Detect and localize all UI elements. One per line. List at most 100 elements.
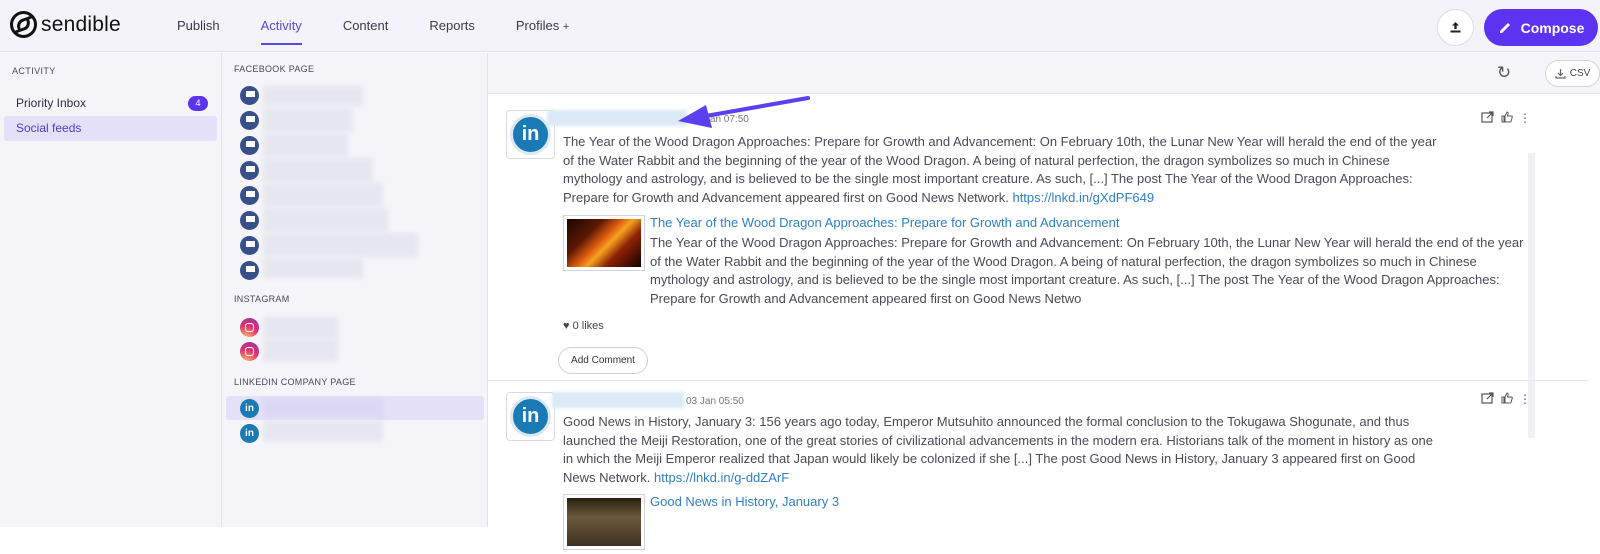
facebook-page-icon bbox=[240, 211, 259, 230]
facebook-profile-row[interactable] bbox=[226, 133, 484, 157]
redacted-profile-name bbox=[263, 108, 353, 132]
facebook-page-heading: FACEBOOK PAGE bbox=[234, 64, 315, 74]
nav-publish[interactable]: Publish bbox=[177, 0, 220, 52]
facebook-page-icon bbox=[240, 161, 259, 180]
more-options-icon[interactable]: ⋮ bbox=[1519, 392, 1531, 407]
redacted-profile-name bbox=[263, 133, 348, 157]
plus-icon: + bbox=[562, 21, 570, 33]
facebook-page-icon bbox=[240, 236, 259, 255]
redacted-profile-name bbox=[263, 339, 338, 361]
facebook-page-icon bbox=[240, 111, 259, 130]
link-preview: The Year of the Wood Dragon Approaches: … bbox=[563, 215, 1533, 306]
top-navigation-bar: sendible Publish Activity Content Report… bbox=[0, 0, 1600, 52]
post-link[interactable]: https://lnkd.in/g-ddZArF bbox=[654, 470, 789, 485]
sidebar-item-label: Priority Inbox bbox=[16, 96, 87, 110]
link-preview-title[interactable]: Good News in History, January 3 bbox=[650, 494, 839, 509]
instagram-profile-row[interactable] bbox=[226, 315, 484, 339]
instagram-icon bbox=[240, 342, 259, 361]
redacted-author-name[interactable] bbox=[547, 110, 687, 126]
likes-label: 0 likes bbox=[572, 320, 604, 332]
instagram-profile-row[interactable] bbox=[226, 339, 484, 363]
share-icon[interactable] bbox=[1481, 392, 1495, 407]
linkedin-avatar-icon: in bbox=[510, 396, 551, 437]
csv-label: CSV bbox=[1569, 68, 1591, 79]
facebook-page-icon bbox=[240, 86, 259, 105]
redacted-profile-name bbox=[263, 158, 373, 182]
linkedin-icon: in bbox=[240, 424, 259, 443]
sidebar-item-social-feeds[interactable]: Social feeds bbox=[4, 116, 217, 141]
heart-icon: ♥ bbox=[563, 320, 570, 332]
linkedin-company-page-heading: LINKEDIN COMPANY PAGE bbox=[234, 377, 356, 387]
post-body-text: The Year of the Wood Dragon Approaches: … bbox=[563, 134, 1437, 205]
linkedin-icon: in bbox=[240, 399, 259, 418]
post-text: Good News in History, January 3: 156 yea… bbox=[563, 413, 1443, 487]
compose-button[interactable]: Compose bbox=[1484, 9, 1598, 46]
redacted-profile-name bbox=[263, 421, 383, 441]
sidebar-item-label: Social feeds bbox=[16, 121, 82, 135]
redacted-author-name[interactable] bbox=[552, 392, 684, 408]
post-actions: ⋮ bbox=[1481, 392, 1531, 407]
feed-toolbar: ↻ CSV bbox=[488, 53, 1600, 94]
redacted-profile-name bbox=[263, 86, 363, 106]
linkedin-profile-row[interactable]: in bbox=[226, 421, 484, 445]
csv-export-button[interactable]: CSV bbox=[1545, 60, 1600, 87]
facebook-profile-row[interactable] bbox=[226, 108, 484, 132]
link-preview-title[interactable]: The Year of the Wood Dragon Approaches: … bbox=[650, 215, 1120, 230]
instagram-heading: INSTAGRAM bbox=[234, 294, 290, 304]
feed-post: in 03 Jan 05:50 ⋮ Good News in History, … bbox=[488, 382, 1588, 550]
nav-content[interactable]: Content bbox=[343, 0, 389, 52]
sidebar-heading: ACTIVITY bbox=[12, 66, 56, 76]
nav-activity[interactable]: Activity bbox=[260, 0, 302, 52]
avatar[interactable]: in bbox=[506, 392, 555, 441]
like-icon[interactable] bbox=[1501, 111, 1513, 126]
feed-post: in 03 Jan 07:50 ⋮ The Year of the Wood D… bbox=[488, 95, 1588, 381]
redacted-profile-name bbox=[263, 233, 418, 257]
post-link[interactable]: https://lnkd.in/gXdPF649 bbox=[1012, 190, 1154, 205]
profiles-list: FACEBOOK PAGE INSTAGRAM LINKEDIN COMPANY… bbox=[222, 53, 488, 527]
pencil-icon bbox=[1499, 23, 1510, 33]
share-icon[interactable] bbox=[1481, 111, 1495, 126]
likes-count: ♥ 0 likes bbox=[563, 320, 604, 332]
nav-reports[interactable]: Reports bbox=[429, 0, 475, 52]
facebook-page-icon bbox=[240, 261, 259, 280]
facebook-profile-row[interactable] bbox=[226, 158, 484, 182]
sendible-logo[interactable]: sendible bbox=[10, 11, 121, 38]
social-feed-panel: ↻ CSV in 03 Jan 07:50 ⋮ The Year of the … bbox=[488, 53, 1600, 550]
nav-profiles[interactable]: Profiles + bbox=[516, 0, 569, 52]
like-icon[interactable] bbox=[1501, 392, 1513, 407]
instagram-icon bbox=[240, 318, 259, 337]
sendible-logo-icon bbox=[10, 11, 37, 38]
linkedin-avatar-icon: in bbox=[510, 114, 551, 155]
main-nav: Publish Activity Content Reports Profile… bbox=[177, 0, 610, 52]
link-preview-description: The Year of the Wood Dragon Approaches: … bbox=[650, 235, 1524, 306]
linkedin-profile-row-selected[interactable]: in bbox=[226, 396, 484, 420]
link-preview-thumbnail[interactable] bbox=[563, 215, 645, 271]
history-image bbox=[567, 498, 641, 546]
facebook-profile-row[interactable] bbox=[226, 258, 484, 282]
download-icon bbox=[1555, 69, 1566, 79]
facebook-page-icon bbox=[240, 186, 259, 205]
facebook-profile-row[interactable] bbox=[226, 208, 484, 232]
upload-icon bbox=[1450, 22, 1461, 33]
link-preview-thumbnail[interactable] bbox=[563, 494, 645, 550]
facebook-profile-row[interactable] bbox=[226, 83, 484, 107]
facebook-profile-row[interactable] bbox=[226, 233, 484, 257]
add-comment-button[interactable]: Add Comment bbox=[558, 347, 648, 374]
activity-sidebar: ACTIVITY Priority Inbox 4 Social feeds bbox=[0, 53, 222, 527]
app-name: sendible bbox=[41, 12, 121, 36]
priority-inbox-count-badge: 4 bbox=[188, 96, 208, 111]
post-text: The Year of the Wood Dragon Approaches: … bbox=[563, 133, 1443, 207]
redacted-profile-name bbox=[263, 317, 338, 339]
redacted-profile-name bbox=[263, 183, 383, 207]
refresh-icon[interactable]: ↻ bbox=[1494, 63, 1514, 83]
compose-label: Compose bbox=[1520, 19, 1585, 36]
upload-button[interactable] bbox=[1437, 9, 1474, 46]
redacted-profile-name bbox=[263, 398, 383, 418]
redacted-profile-name bbox=[263, 208, 388, 232]
more-options-icon[interactable]: ⋮ bbox=[1519, 111, 1531, 126]
post-timestamp: 03 Jan 07:50 bbox=[691, 114, 749, 125]
sidebar-item-priority-inbox[interactable]: Priority Inbox 4 bbox=[4, 91, 217, 116]
link-preview: Good News in History, January 3 bbox=[563, 494, 1533, 554]
post-timestamp: 03 Jan 05:50 bbox=[686, 396, 744, 407]
facebook-profile-row[interactable] bbox=[226, 183, 484, 207]
